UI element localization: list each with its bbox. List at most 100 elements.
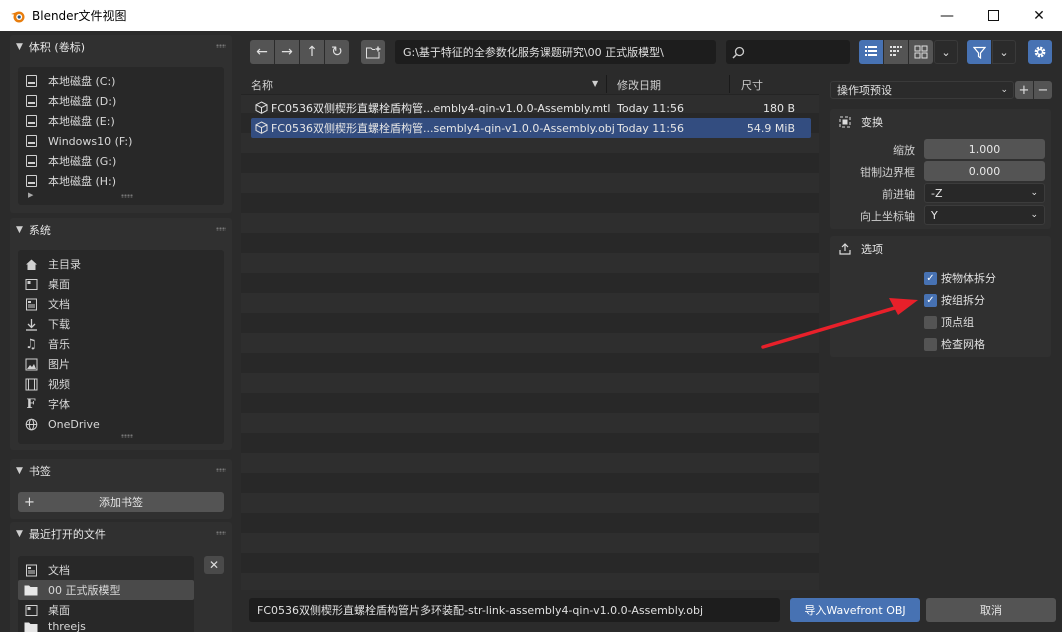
column-divider[interactable] [729,75,730,93]
window-title: Blender文件视图 [32,9,127,23]
add-preset-button[interactable]: + [1015,81,1033,99]
cancel-button[interactable]: 取消 [926,598,1056,622]
new-folder-icon [365,45,381,58]
drag-grip-icon[interactable] [216,531,226,535]
system-item-downloads[interactable]: 下载 [18,314,224,334]
vertex-groups-checkbox[interactable]: 顶点组 [924,313,974,331]
bookmarks-panel: ▼ 书签 + 添加书签 [10,459,232,519]
checkbox-empty-icon [924,315,937,329]
minimize-icon[interactable]: — [924,0,970,31]
drag-grip-icon[interactable] [216,44,226,48]
volume-item-g[interactable]: 本地磁盘 (G:) [18,151,224,171]
path-input[interactable]: G:\基于特征的全参数化服务课题研究\00 正式版模型\ [395,40,716,64]
volume-item-f[interactable]: Windows10 (F:) [18,131,224,151]
toolbar: ← → ↑ ↻ G:\基于特征的全参数化服务课题研究\00 正式版模型\ ⌄ ⌄ [238,31,1062,73]
recent-item-label: 00 正式版模型 [48,584,121,597]
volumes-list: 本地磁盘 (C:) 本地磁盘 (D:) 本地磁盘 (E:) Windows10 … [18,67,224,205]
volumes-panel: ▼ 体积 (卷标) 本地磁盘 (C:) 本地磁盘 (D:) 本地磁盘 (E:) … [10,35,232,213]
cube-icon [255,121,268,134]
file-row-selected[interactable]: FC0536双侧楔形直螺栓盾构管...sembly4-qin-v1.0.0-As… [251,118,811,138]
system-item-onedrive[interactable]: OneDrive [18,414,224,434]
maximize-icon[interactable] [970,0,1016,31]
transform-header[interactable]: 变换 [830,109,1051,135]
view-thumbnails-button[interactable] [909,40,933,64]
filter-dropdown[interactable]: ⌄ [992,40,1016,64]
drag-grip-icon[interactable] [216,468,226,472]
file-row[interactable]: FC0536双侧楔形直螺栓盾构管...embly4-qin-v1.0.0-Ass… [251,98,811,118]
view-horizontal-button[interactable] [884,40,908,64]
column-name[interactable]: 名称 [251,77,273,93]
volume-item-c[interactable]: 本地磁盘 (C:) [18,71,224,91]
view-list-button[interactable] [859,40,883,64]
up-row: 向上坐标轴 Y ⌄ [830,205,1051,225]
display-size-dropdown[interactable]: ⌄ [934,40,958,64]
refresh-button[interactable]: ↻ [325,40,349,64]
recent-header[interactable]: ▼ 最近打开的文件 [10,522,232,546]
volume-item-d[interactable]: 本地磁盘 (D:) [18,91,224,111]
system-item-pictures[interactable]: 图片 [18,354,224,374]
system-item-desktop[interactable]: 桌面 [18,274,224,294]
forward-row: 前进轴 -Z ⌄ [830,183,1051,203]
font-icon: F [26,396,36,412]
expand-triangle-icon[interactable]: ▶ [28,191,33,199]
operator-preset-select[interactable]: 操作项预设 ⌄ [830,81,1014,99]
new-folder-button[interactable] [361,40,385,64]
search-input[interactable] [726,40,850,64]
drag-grip-icon[interactable] [216,227,226,231]
settings-button[interactable] [1028,40,1052,64]
filename-input[interactable]: FC0536双侧楔形直螺栓盾构管片多环装配-str-link-assembly4… [249,598,780,622]
scale-field[interactable]: 1.000 [924,139,1045,159]
volume-item-h[interactable]: 本地磁盘 (H:) [18,171,224,191]
checkbox-label: 按物体拆分 [941,272,996,285]
recent-item-label: 文档 [48,564,70,577]
up-label: 向上坐标轴 [860,210,915,223]
list-vertical-icon [865,46,877,56]
volume-label: Windows10 (F:) [48,134,133,148]
column-divider[interactable] [606,75,607,93]
system-item-label: 音乐 [48,338,70,351]
split-by-group-checkbox[interactable]: ✓ 按组拆分 [924,291,985,309]
system-item-home[interactable]: 主目录 [18,254,224,274]
parent-dir-button[interactable]: ↑ [300,40,324,64]
resize-grip-icon[interactable] [121,434,133,438]
system-item-label: 下载 [48,318,70,331]
back-button[interactable]: ← [250,40,274,64]
recent-item-desktop[interactable]: 桌面 [18,600,194,620]
forward-button[interactable]: → [275,40,299,64]
add-bookmark-button[interactable]: + 添加书签 [18,492,224,512]
validate-meshes-checkbox[interactable]: 检查网格 [924,335,985,353]
system-item-documents[interactable]: 文档 [18,294,224,314]
desktop-icon [24,277,38,291]
system-item-fonts[interactable]: F 字体 [18,394,224,414]
list-horizontal-icon [890,46,902,56]
recent-item-documents[interactable]: 文档 [18,560,194,580]
split-by-object-checkbox[interactable]: ✓ 按物体拆分 [924,269,996,287]
resize-grip-icon[interactable] [121,194,133,198]
recent-item-model-folder[interactable]: 00 正式版模型 [18,580,194,600]
disk-icon [25,95,37,107]
system-item-label: OneDrive [48,417,100,431]
sort-triangle-icon[interactable]: ▼ [592,79,598,88]
options-header[interactable]: 选项 [830,236,1051,262]
filter-button[interactable] [967,40,991,64]
clamp-field[interactable]: 0.000 [924,161,1045,181]
remove-preset-button[interactable]: − [1034,81,1052,99]
transform-title: 变换 [861,116,883,129]
volume-item-e[interactable]: 本地磁盘 (E:) [18,111,224,131]
close-icon[interactable]: ✕ [1016,0,1062,31]
system-item-music[interactable]: ♫ 音乐 [18,334,224,354]
forward-axis-select[interactable]: -Z ⌄ [924,183,1045,203]
recent-item-threejs[interactable]: threejs [18,620,194,632]
column-size[interactable]: 尺寸 [741,77,763,93]
up-axis-select[interactable]: Y ⌄ [924,205,1045,225]
column-date[interactable]: 修改日期 [617,77,661,93]
bookmarks-header[interactable]: ▼ 书签 [10,459,232,483]
clear-recent-button[interactable]: ✕ [204,556,224,574]
system-header[interactable]: ▼ 系统 [10,218,232,242]
volumes-header[interactable]: ▼ 体积 (卷标) [10,35,232,59]
system-item-videos[interactable]: 视频 [18,374,224,394]
folder-icon [24,583,38,597]
import-button[interactable]: 导入Wavefront OBJ [790,598,920,622]
caret-down-icon: ▼ [16,225,23,235]
cube-icon [255,101,268,114]
